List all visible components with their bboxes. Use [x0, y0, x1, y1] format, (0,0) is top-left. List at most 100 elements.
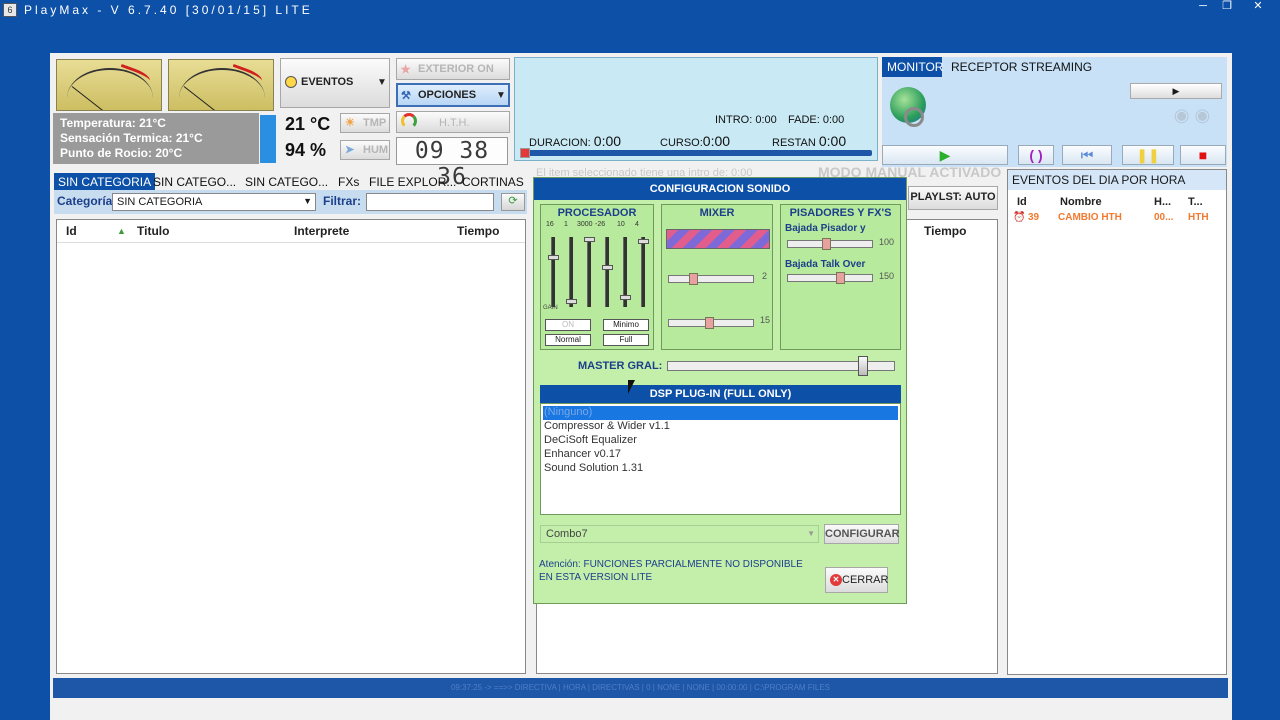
- magnifier-icon: [904, 107, 924, 127]
- curso-label: CURSO:: [660, 137, 703, 149]
- opciones-button[interactable]: ⚒ OPCIONES ▼: [396, 83, 510, 107]
- close-icon[interactable]: ✕: [1247, 0, 1269, 14]
- rewind-button[interactable]: ⏮: [1062, 145, 1112, 165]
- mixer-title: MIXER: [699, 207, 735, 219]
- col-event-nombre[interactable]: Nombre: [1060, 196, 1102, 208]
- cerrar-button[interactable]: ✕ CERRAR: [825, 567, 888, 593]
- slider-knob[interactable]: [822, 238, 831, 250]
- loop-button[interactable]: ( ): [1018, 145, 1054, 165]
- normal-button[interactable]: Normal: [545, 334, 591, 346]
- chevron-down-icon[interactable]: ▼: [303, 196, 312, 206]
- proc-slider-2[interactable]: [566, 237, 577, 307]
- mixer-value-1: 2: [762, 271, 768, 281]
- proc-slider-1[interactable]: [548, 237, 559, 307]
- slider-knob[interactable]: [566, 299, 577, 304]
- full-button[interactable]: Full: [603, 334, 649, 346]
- dsp-item-equalizer[interactable]: DeCiSoft Equalizer: [543, 434, 898, 448]
- col-tiempo[interactable]: Tiempo: [457, 224, 499, 238]
- refresh-button[interactable]: ⟳: [501, 193, 525, 211]
- dsp-plugin-list[interactable]: (Ninguno) Compressor & Wider v1.1 DeCiSo…: [540, 403, 901, 515]
- header-divider: [57, 242, 525, 243]
- pause-button[interactable]: ❚❚: [1122, 145, 1174, 165]
- slider-knob[interactable]: [584, 237, 595, 242]
- maximize-icon[interactable]: ❐: [1216, 0, 1238, 14]
- monitor-panel: MONITOR RECEPTOR STREAMING ▶ ◉ ◉ ▶ ( ) ⏮…: [882, 57, 1227, 167]
- library-grid[interactable]: Id ▲ Titulo Interprete Tiempo: [56, 219, 526, 674]
- tab-sin-categoria-3[interactable]: SIN CATEGO...: [241, 173, 332, 191]
- dsp-item-enhancer[interactable]: Enhancer v0.17: [543, 448, 898, 462]
- col-titulo[interactable]: Titulo: [137, 224, 169, 238]
- chevron-down-icon[interactable]: ▼: [496, 90, 506, 101]
- dsp-item-compressor[interactable]: Compressor & Wider v1.1: [543, 420, 898, 434]
- hth-label: H.T.H.: [439, 117, 470, 129]
- slider-knob[interactable]: [705, 317, 714, 329]
- col-event-id[interactable]: Id: [1017, 196, 1027, 208]
- proc-slider-3[interactable]: [584, 237, 595, 307]
- categoria-value: SIN CATEGORIA: [117, 196, 203, 208]
- curso: CURSO:0:00: [660, 133, 730, 149]
- event-row[interactable]: ⏰ 39 CAMBIO HTH 00... HTH: [1010, 211, 1224, 227]
- tab-monitor[interactable]: MONITOR: [882, 57, 943, 77]
- col-id[interactable]: Id: [66, 224, 77, 238]
- app-icon: 6: [3, 3, 17, 17]
- dsp-item-sound-solution[interactable]: Sound Solution 1.31: [543, 462, 898, 476]
- sort-up-icon[interactable]: ▲: [117, 226, 126, 236]
- streaming-play-button[interactable]: ▶: [1130, 83, 1222, 99]
- dsp-item-ninguno[interactable]: (Ninguno): [543, 406, 898, 420]
- curso-value: 0:00: [702, 133, 731, 149]
- mixer-slider-2[interactable]: [668, 317, 754, 329]
- title-bar: 6 PlayMax - V 6.7.40 [30/01/15] LITE ─ ❐…: [0, 0, 1280, 20]
- chevron-down-icon[interactable]: ▼: [377, 77, 387, 88]
- hth-button[interactable]: H.T.H.: [396, 111, 510, 133]
- tab-file-explorer[interactable]: FILE EXPLOR...: [365, 173, 460, 191]
- tab-sin-categoria[interactable]: SIN CATEGORIA: [54, 173, 156, 191]
- col-event-h[interactable]: H...: [1154, 196, 1171, 208]
- opciones-label: OPCIONES: [418, 89, 477, 101]
- hum-button[interactable]: ➤ HUM: [340, 140, 390, 160]
- stop-button[interactable]: ■: [1180, 145, 1226, 165]
- duracion-value: 0:00: [593, 133, 622, 149]
- window-title: PlayMax - V 6.7.40 [30/01/15] LITE: [24, 3, 313, 17]
- slider-knob[interactable]: [602, 265, 613, 270]
- proc-slider-5[interactable]: [620, 237, 631, 307]
- proc-slider-4[interactable]: [602, 237, 613, 307]
- minimize-icon[interactable]: ─: [1192, 0, 1214, 14]
- filtrar-input[interactable]: [366, 193, 494, 211]
- on-button[interactable]: ON: [545, 319, 591, 331]
- combo7-select[interactable]: Combo7 ▼: [540, 525, 819, 543]
- master-knob[interactable]: [858, 356, 868, 376]
- scale-16: 16: [546, 221, 554, 228]
- tab-cortinas[interactable]: CORTINAS: [458, 173, 528, 191]
- slider-knob[interactable]: [836, 272, 845, 284]
- col-interprete[interactable]: Interprete: [294, 224, 349, 238]
- eventos-button[interactable]: EVENTOS ▼: [280, 58, 390, 108]
- tab-fxs[interactable]: FXs: [334, 173, 363, 191]
- categoria-select[interactable]: SIN CATEGORIA ▼: [112, 193, 316, 211]
- slider-knob[interactable]: [689, 273, 698, 285]
- configurar-button[interactable]: CONFIGURAR: [824, 524, 900, 544]
- tab-receptor-streaming[interactable]: RECEPTOR STREAMING: [946, 57, 1097, 77]
- talk-over-slider[interactable]: [787, 272, 873, 284]
- tmp-label: TMP: [363, 117, 387, 129]
- master-slider[interactable]: [667, 356, 895, 376]
- exterior-button[interactable]: ✯ EXTERIOR ON: [396, 58, 510, 80]
- play-button[interactable]: ▶: [882, 145, 1008, 165]
- proc-slider-6[interactable]: [638, 237, 649, 307]
- playlist-auto-button[interactable]: PLAYLST: AUTO: [908, 186, 998, 210]
- tab-sin-categoria-2[interactable]: SIN CATEGO...: [149, 173, 240, 191]
- col-tiempo-playlist[interactable]: Tiempo: [924, 224, 966, 238]
- slider-knob[interactable]: [638, 239, 649, 244]
- minimo-button[interactable]: Minimo: [603, 319, 649, 331]
- mixer-slider-1[interactable]: [668, 273, 754, 285]
- col-event-t[interactable]: T...: [1188, 196, 1203, 208]
- progress-bar[interactable]: [520, 148, 872, 158]
- slider-knob[interactable]: [548, 255, 559, 260]
- mixer-crossfade-graph: [666, 229, 770, 249]
- slider-knob[interactable]: [620, 295, 631, 300]
- progress-handle[interactable]: [520, 148, 530, 158]
- vu-meter-left: [56, 59, 162, 111]
- pisador-slider[interactable]: [787, 238, 873, 250]
- mixer-value-2: 15: [760, 315, 771, 325]
- chevron-down-icon[interactable]: ▼: [807, 529, 815, 538]
- tmp-button[interactable]: ☀ TMP: [340, 113, 390, 133]
